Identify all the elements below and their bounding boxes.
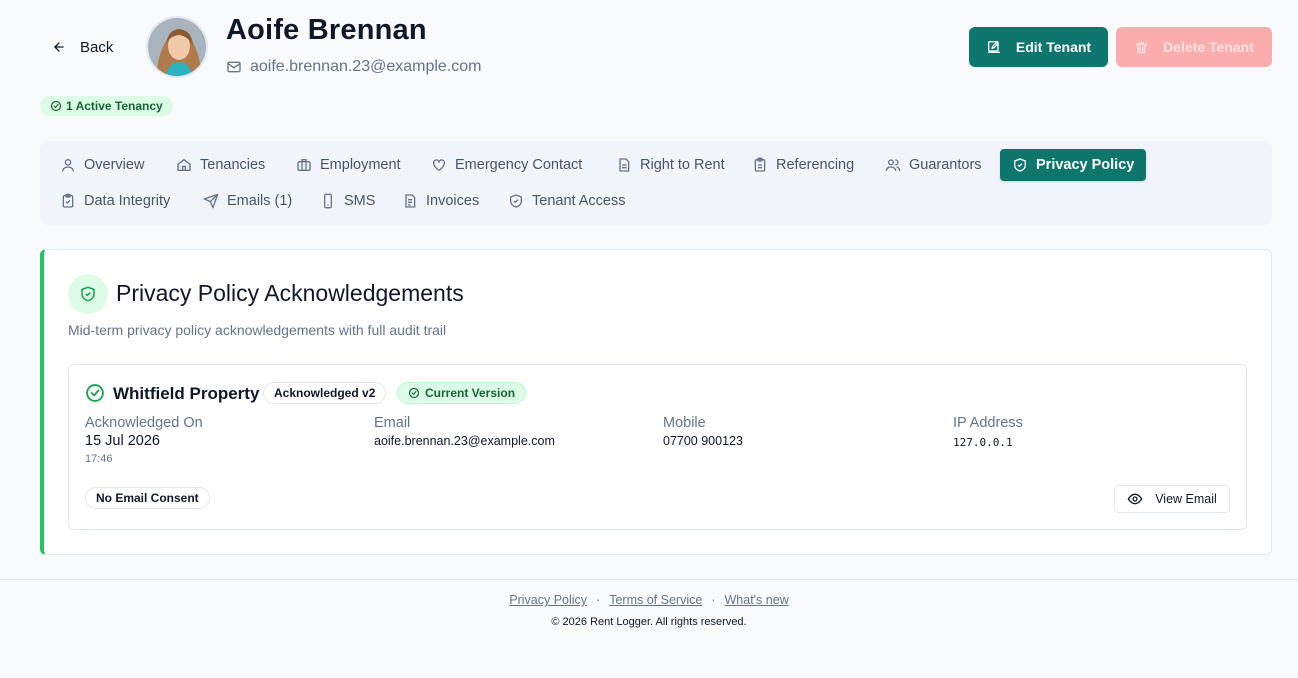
- tenant-email: aoife.brennan.23@example.com: [226, 58, 482, 76]
- ip-address-field: IP Address 127.0.0.1: [953, 415, 1023, 449]
- email-field: Email aoife.brennan.23@example.com: [374, 415, 555, 448]
- back-button[interactable]: Back: [40, 30, 125, 64]
- tab-tenant-access[interactable]: Tenant Access: [496, 185, 638, 217]
- acknowledged-on-date: 15 Jul 2026: [85, 433, 160, 449]
- email-label: Email: [374, 415, 411, 431]
- tab-guarantors[interactable]: Guarantors: [873, 149, 994, 181]
- acknowledged-on-field: Acknowledged On 15 Jul 2026 17:46: [85, 415, 203, 465]
- heart-icon: [431, 157, 447, 173]
- view-email-label: View Email: [1155, 492, 1217, 506]
- footer-copyright: © 2026 Rent Logger. All rights reserved.: [551, 616, 747, 628]
- user-icon: [60, 157, 76, 173]
- privacy-policy-card: Privacy Policy Acknowledgements Mid-term…: [40, 249, 1272, 555]
- tab-privacy-policy[interactable]: Privacy Policy: [1000, 149, 1147, 181]
- footer-links: Privacy Policy · Terms of Service · What…: [0, 593, 1298, 607]
- tab-referencing[interactable]: Referencing: [740, 149, 866, 181]
- mobile-label: Mobile: [663, 415, 706, 431]
- eye-icon: [1127, 491, 1143, 507]
- active-tenancy-badge: 1 Active Tenancy: [40, 96, 173, 116]
- edit-icon: [986, 39, 1002, 55]
- mobile-value: 07700 900123: [663, 434, 743, 448]
- check-circle-icon: [85, 383, 105, 403]
- footer-privacy-link[interactable]: Privacy Policy: [509, 593, 587, 607]
- arrow-left-icon: [52, 40, 66, 54]
- version-badge: Acknowledged v2: [263, 382, 387, 404]
- tenant-email-text: aoife.brennan.23@example.com: [250, 58, 482, 75]
- file-text-icon: [402, 193, 418, 209]
- tab-emergency-contact[interactable]: Emergency Contact: [419, 149, 594, 181]
- email-consent-badge: No Email Consent: [85, 487, 210, 509]
- tenant-tabs: Overview Tenancies Employment Emergency …: [40, 141, 1272, 225]
- shield-icon: [508, 193, 524, 209]
- trash-icon: [1134, 40, 1149, 55]
- avatar: [146, 16, 208, 78]
- email-value: aoife.brennan.23@example.com: [374, 434, 555, 448]
- edit-tenant-label: Edit Tenant: [1015, 39, 1092, 55]
- footer-terms-link[interactable]: Terms of Service: [609, 593, 702, 607]
- shield-check-icon: [68, 274, 108, 314]
- tenant-name: Aoife Brennan: [226, 14, 427, 46]
- back-label: Back: [80, 38, 114, 56]
- tab-emails[interactable]: Emails (1): [191, 185, 304, 217]
- footer-whats-new-link[interactable]: What's new: [725, 593, 789, 607]
- check-circle-icon: [50, 100, 62, 112]
- tab-invoices[interactable]: Invoices: [390, 185, 491, 217]
- clipboard-icon: [752, 157, 768, 173]
- ip-address-label: IP Address: [953, 415, 1023, 431]
- edit-tenant-button[interactable]: Edit Tenant: [969, 27, 1108, 67]
- footer-separator: ·: [596, 593, 601, 607]
- acknowledged-on-time: 17:46: [85, 453, 113, 465]
- active-tenancy-label: 1 Active Tenancy: [66, 99, 163, 113]
- acknowledgement-item: Whitfield Property Acknowledged v2 Curre…: [68, 364, 1247, 530]
- ip-address-value: 127.0.0.1: [953, 436, 1013, 449]
- document-icon: [616, 157, 632, 173]
- footer-divider: [0, 579, 1298, 580]
- tenant-header: Back Aoife Brennan aoife.brennan.23@exam…: [0, 0, 1298, 130]
- home-icon: [176, 157, 192, 173]
- users-icon: [885, 157, 901, 173]
- mail-icon: [226, 59, 242, 75]
- briefcase-icon: [296, 157, 312, 173]
- tab-tenancies[interactable]: Tenancies: [164, 149, 277, 181]
- current-version-badge: Current Version: [397, 382, 527, 404]
- phone-icon: [320, 193, 336, 209]
- tab-data-integrity[interactable]: Data Integrity: [48, 185, 182, 217]
- tab-right-to-rent[interactable]: Right to Rent: [604, 149, 737, 181]
- property-name: Whitfield Property: [113, 384, 260, 403]
- card-subtitle: Mid-term privacy policy acknowledgements…: [68, 322, 447, 338]
- delete-tenant-button[interactable]: Delete Tenant: [1116, 27, 1272, 67]
- check-circle-icon: [408, 387, 420, 399]
- footer-separator: ·: [711, 593, 716, 607]
- shield-check-icon: [1012, 157, 1028, 173]
- send-icon: [203, 193, 219, 209]
- tab-employment[interactable]: Employment: [284, 149, 413, 181]
- current-version-label: Current Version: [425, 386, 516, 400]
- tab-sms[interactable]: SMS: [308, 185, 387, 217]
- view-email-button[interactable]: View Email: [1114, 485, 1230, 513]
- tab-overview[interactable]: Overview: [48, 149, 156, 181]
- card-title: Privacy Policy Acknowledgements: [116, 280, 464, 306]
- delete-tenant-label: Delete Tenant: [1163, 39, 1254, 55]
- mobile-field: Mobile 07700 900123: [663, 415, 743, 448]
- clipboard-check-icon: [60, 193, 76, 209]
- acknowledged-on-label: Acknowledged On: [85, 415, 203, 431]
